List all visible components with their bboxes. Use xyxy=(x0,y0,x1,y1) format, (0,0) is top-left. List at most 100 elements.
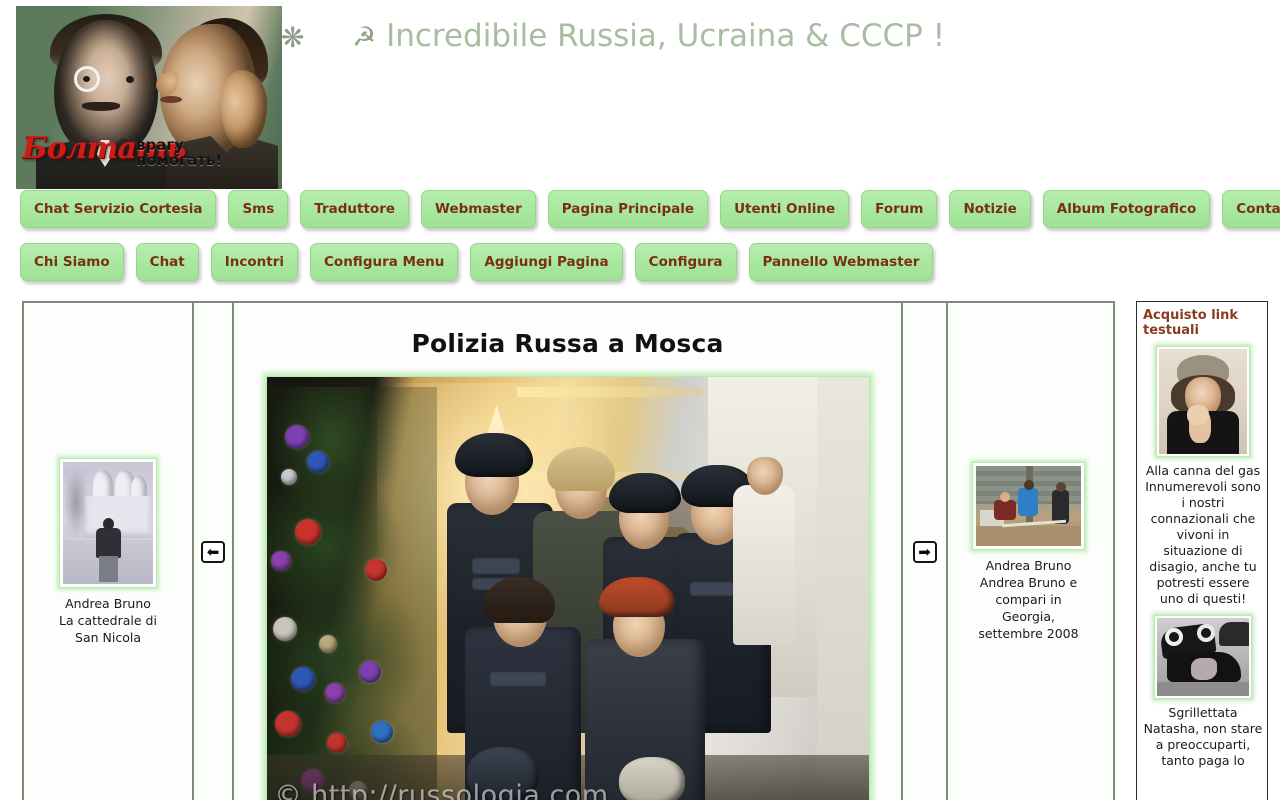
photo-viewer-cell: Polizia Russa a Mosca © http://russologi… xyxy=(234,303,903,800)
nav-item-webmaster[interactable]: Webmaster xyxy=(421,190,536,228)
previous-photo-button[interactable]: ⬅ xyxy=(201,541,225,563)
officer-2-hat xyxy=(608,473,681,513)
photo-shelf-top xyxy=(516,387,727,397)
photo-person-blue xyxy=(1018,488,1038,516)
ornament-2 xyxy=(306,451,329,473)
photo-wall-far-right xyxy=(816,377,869,800)
photo-person-blue-head xyxy=(1024,480,1034,490)
next-photo-thumb[interactable]: Andrea Bruno Andrea Bruno e compari in G… xyxy=(948,462,1109,642)
officer-5-red-cap xyxy=(598,577,675,617)
photo-person-dark xyxy=(1052,490,1069,524)
ornament-4 xyxy=(294,519,321,545)
caption-line-2: Andrea Bruno e xyxy=(979,575,1078,590)
next-photo-button[interactable]: ➡ xyxy=(912,541,937,563)
next-photo-cell: Andrea Bruno Andrea Bruno e compari in G… xyxy=(948,303,1109,800)
nav-item-configura[interactable]: Configura xyxy=(634,243,737,281)
caption-line-5: settembre 2008 xyxy=(978,626,1079,641)
sidebar-ad-2[interactable]: Sgrillettata Natasha, non stare a preocc… xyxy=(1143,615,1263,769)
photo-person-body xyxy=(96,528,121,558)
nav-item-sms[interactable]: Sms xyxy=(228,190,289,228)
caption-line-3: San Nicola xyxy=(75,630,141,645)
poster-figure-right-nose xyxy=(156,72,178,94)
thumbnail-image-georgia[interactable] xyxy=(976,466,1081,546)
main-photo[interactable]: © http://russologia.com xyxy=(265,376,870,800)
officer-1-hat xyxy=(454,433,533,477)
poster-eye-left xyxy=(83,76,90,82)
nav-item-album-fotografico[interactable]: Album Fotografico xyxy=(1042,190,1211,228)
nav-row-primary: Chat Servizio Cortesia Sms Traduttore We… xyxy=(0,190,1280,238)
officer-5-held-helmet xyxy=(618,757,685,800)
photo-tree xyxy=(65,468,87,538)
poster-figure-right-mouth xyxy=(160,96,182,103)
sidebar-ads: Acquisto link testuali Alla canna del ga… xyxy=(1136,301,1268,800)
previous-photo-caption: Andrea Bruno La cattedrale di San Nicola xyxy=(24,595,192,646)
ornament-13 xyxy=(326,733,347,753)
ornament-1 xyxy=(284,425,309,449)
nav-item-utenti-online[interactable]: Utenti Online xyxy=(720,190,850,228)
hammer-sickle-icon: ☭ xyxy=(352,22,377,53)
nav-row-secondary: Chi Siamo Chat Incontri Configura Menu A… xyxy=(0,243,1280,293)
thumbnail-frame[interactable] xyxy=(59,458,157,588)
thumbnail-frame[interactable] xyxy=(972,462,1085,550)
bystander-coat xyxy=(732,485,795,645)
nav-item-notizie[interactable]: Notizie xyxy=(949,190,1031,228)
ad-car-background xyxy=(1219,622,1249,646)
nav-item-chat-servizio-cortesia[interactable]: Chat Servizio Cortesia xyxy=(20,190,217,228)
next-arrow-cell: ➡ xyxy=(903,303,948,800)
officer-1-badge xyxy=(472,559,519,573)
ad-road xyxy=(1157,682,1249,696)
page-title-text: Incredibile Russia, Ucraina & CCCP ! xyxy=(386,18,946,54)
ad-car-wheel-1 xyxy=(1165,628,1183,646)
photo-watermark: © http://russologia.com xyxy=(274,780,609,800)
nav-item-configura-menu[interactable]: Configura Menu xyxy=(310,243,459,281)
ornament-14 xyxy=(370,721,393,743)
bystander-face xyxy=(746,457,783,495)
previous-photo-thumb[interactable]: Andrea Bruno La cattedrale di San Nicola xyxy=(24,458,192,646)
ad-woman-pointing-hand xyxy=(1187,405,1209,425)
nav-item-pagina-principale[interactable]: Pagina Principale xyxy=(547,190,709,228)
ornament-3 xyxy=(280,469,297,485)
poster-mustache xyxy=(82,102,120,111)
ornament-10 xyxy=(324,683,345,703)
next-photo-caption: Andrea Bruno Andrea Bruno e compari in G… xyxy=(948,557,1109,642)
ad-1-caption: Alla canna del gas Innumerevoli sono i n… xyxy=(1145,463,1261,606)
nav-item-contatto[interactable]: Contatto xyxy=(1222,190,1280,228)
photo-person-legs xyxy=(99,556,118,582)
ad-2-caption: Sgrillettata Natasha, non stare a preocc… xyxy=(1143,705,1263,768)
previous-arrow-cell: ⬅ xyxy=(194,303,234,800)
gear-icon: ❋ xyxy=(281,21,305,54)
nav-item-forum[interactable]: Forum xyxy=(861,190,938,228)
photo-person-red-head xyxy=(1000,492,1010,502)
caption-line-1: Andrea Bruno xyxy=(65,596,151,611)
ad-2-frame[interactable] xyxy=(1154,615,1252,699)
caption-line-2: La cattedrale di xyxy=(59,613,157,628)
nav-item-aggiungi-pagina[interactable]: Aggiungi Pagina xyxy=(470,243,623,281)
poster-slogan-line2: помогать! xyxy=(136,151,223,169)
nav-item-incontri[interactable]: Incontri xyxy=(210,243,299,281)
nav-item-pannello-webmaster[interactable]: Pannello Webmaster xyxy=(748,243,934,281)
page-header: Болтать врагу помогать! ❋ ☭ Incredibile … xyxy=(0,0,1280,190)
ornament-12 xyxy=(274,711,301,737)
sidebar-ad-1[interactable]: Alla canna del gas Innumerevoli sono i n… xyxy=(1143,346,1263,607)
thumbnail-image-cathedral[interactable] xyxy=(63,462,153,584)
ad-1-image[interactable] xyxy=(1159,349,1247,454)
gallery-table: Andrea Bruno La cattedrale di San Nicola… xyxy=(22,301,1115,800)
sidebar-title: Acquisto link testuali xyxy=(1143,308,1239,338)
ornament-8 xyxy=(318,635,337,653)
ornament-7 xyxy=(272,617,297,641)
photo-person-dark-head xyxy=(1056,482,1066,492)
nav-item-chat[interactable]: Chat xyxy=(135,243,199,281)
main-navigation: Chat Servizio Cortesia Sms Traduttore We… xyxy=(0,190,1280,293)
ornament-5 xyxy=(270,551,291,571)
ornament-9 xyxy=(290,667,315,691)
ad-debris xyxy=(1191,658,1217,680)
ad-1-frame[interactable] xyxy=(1156,346,1250,457)
ad-car-wheel-2 xyxy=(1197,624,1215,642)
nav-item-traduttore[interactable]: Traduttore xyxy=(300,190,410,228)
page-title: ☭ Incredibile Russia, Ucraina & CCCP ! xyxy=(352,14,945,60)
photo-ground xyxy=(976,526,1081,546)
caption-line-4: Georgia, xyxy=(1002,609,1055,624)
nav-item-chi-siamo[interactable]: Chi Siamo xyxy=(20,243,124,281)
photo-title: Polizia Russa a Mosca xyxy=(411,329,724,358)
ad-2-image[interactable] xyxy=(1157,618,1249,696)
